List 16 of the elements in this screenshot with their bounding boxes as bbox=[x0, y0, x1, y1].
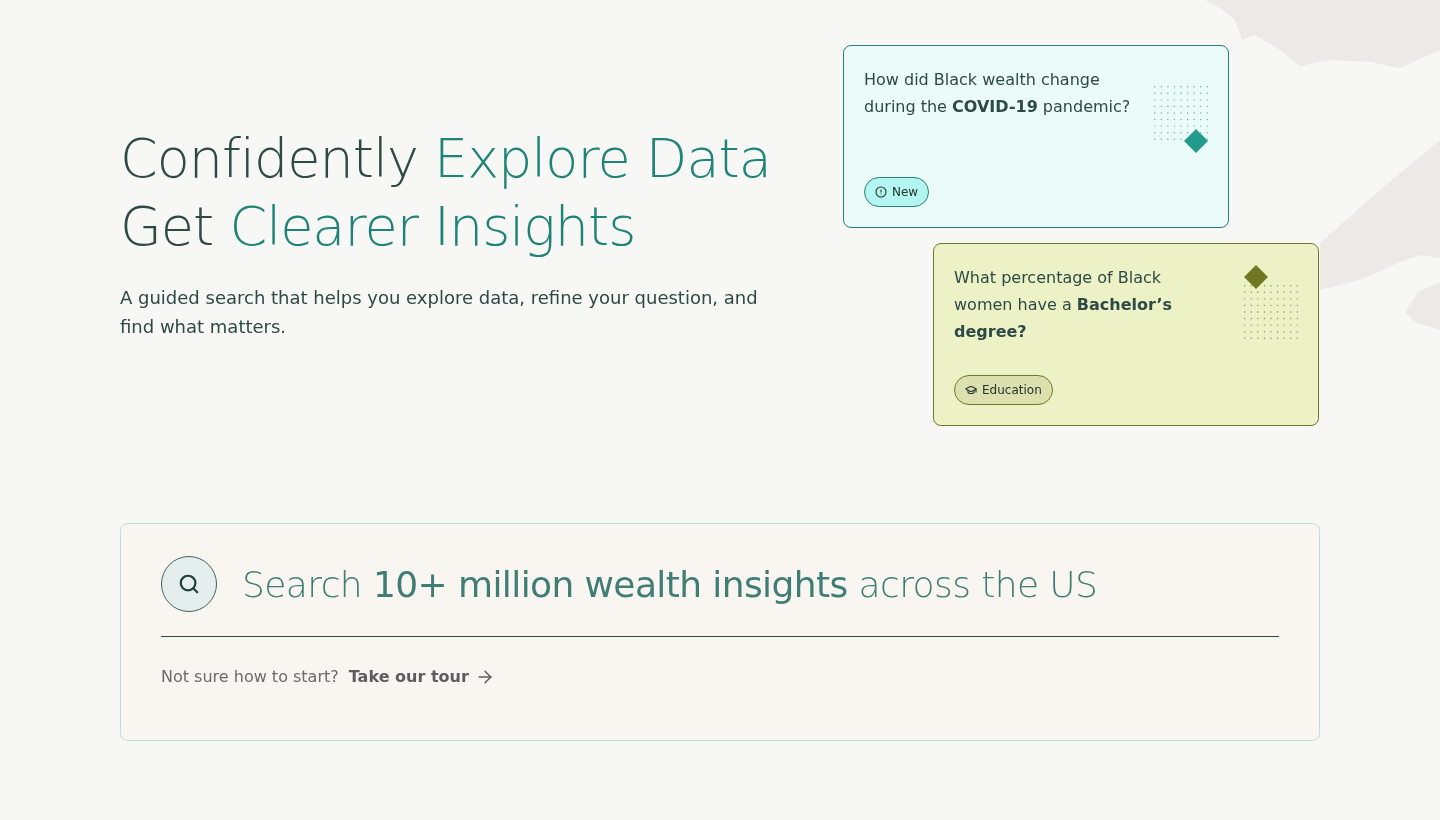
search-field[interactable]: Search 10+ million wealth insights across the US bbox=[161, 556, 1279, 637]
search-button[interactable] bbox=[161, 556, 217, 612]
search-icon bbox=[178, 573, 200, 595]
graduation-cap-icon bbox=[965, 384, 977, 396]
card-question: How did Black wealth change during the COVID-19 pandemic? bbox=[864, 69, 1132, 118]
hero-subtitle: A guided search that helps you explore data, refine your question, and find what matters. bbox=[120, 286, 759, 339]
card-question: What percentage of Black women have a Bachelor’s degree? bbox=[954, 267, 1174, 343]
question-card[interactable]: What percentage of Black women have a Bachelor’s degree? Education bbox=[933, 243, 1319, 426]
tag-label: New bbox=[892, 185, 919, 199]
tag-label: Education bbox=[982, 383, 1042, 397]
tour-hint: Not sure how to start? bbox=[161, 666, 339, 688]
hero-heading: Confidently Explore Data Get Clearer Insights bbox=[120, 126, 772, 260]
tour-link[interactable]: Take our tour bbox=[348, 665, 495, 689]
question-card[interactable]: How did Black wealth change during the COVID-19 pandemic? New bbox=[843, 45, 1229, 228]
search-prompt: Search 10+ million wealth insights across the US bbox=[242, 563, 1098, 605]
alert-circle-icon bbox=[875, 186, 887, 198]
